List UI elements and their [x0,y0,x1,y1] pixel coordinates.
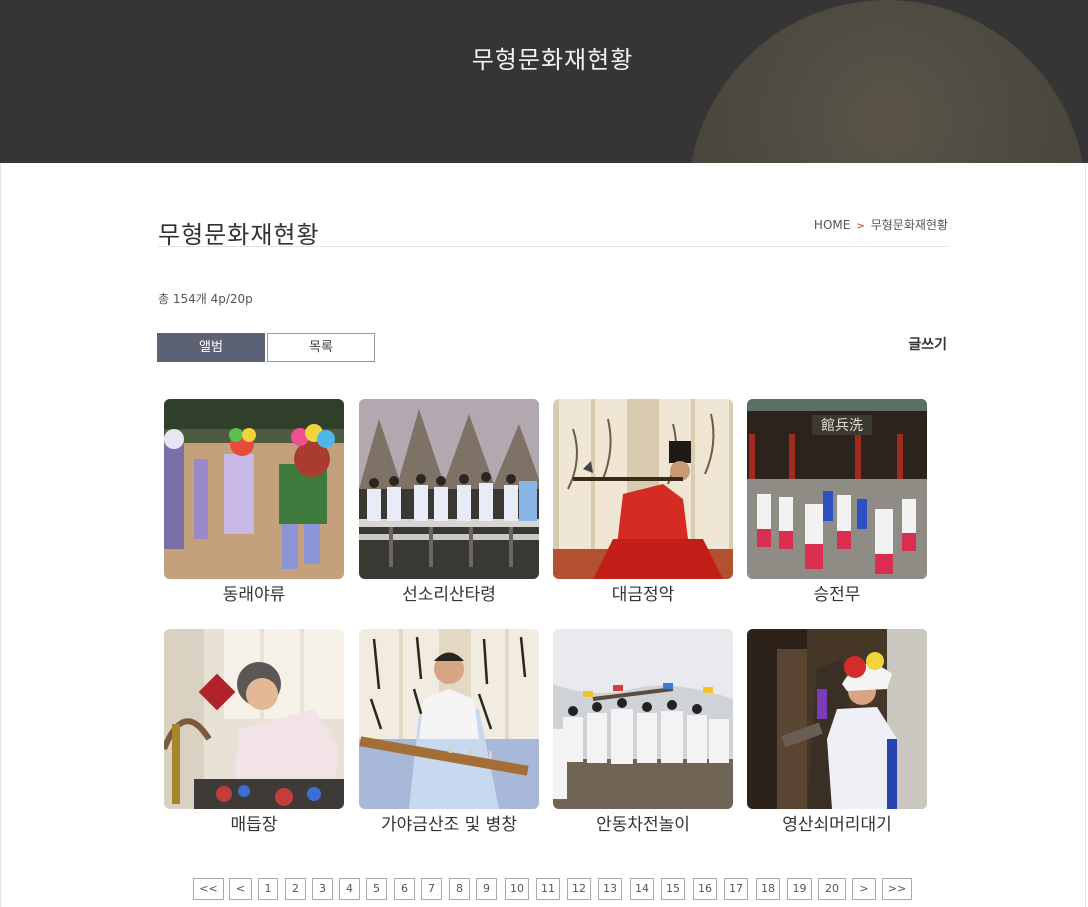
page-button[interactable]: 14 [630,878,654,900]
last-page-button[interactable]: >> [882,878,912,900]
gallery-item[interactable]: 館兵洗 승전무 [747,399,927,605]
album-view-button[interactable]: 앨범 [157,333,265,362]
gallery-caption[interactable]: 매듭장 [164,810,344,835]
page-button[interactable]: 19 [787,878,812,900]
chariot-battle-photo[interactable] [553,629,733,809]
breadcrumb-home[interactable]: HOME [814,218,850,232]
gayageum-player-photo[interactable] [359,629,539,809]
gallery-item[interactable]: 영산쇠머리대기 [747,629,927,835]
gallery-caption[interactable]: 가야금산조 및 병창 [359,810,539,835]
result-count: 총 154개 4p/20p [158,292,253,306]
page-button[interactable]: 1 [258,878,278,900]
page-button[interactable]: 9 [476,878,497,900]
gallery-caption[interactable]: 안동차전놀이 [553,810,733,835]
page-button[interactable]: 17 [724,878,748,900]
gallery-caption[interactable]: 동래야류 [164,580,344,605]
breadcrumb-current: 무형문화재현황 [870,218,948,232]
gallery-item[interactable]: 매듭장 [164,629,344,835]
hero-banner: 무형문화재현황 [0,0,1088,163]
hero-decoration [688,0,1086,163]
list-view-button[interactable]: 목록 [267,333,375,362]
page-button[interactable]: 7 [421,878,442,900]
gallery-item[interactable]: 안동차전놀이 [553,629,733,835]
flute-player-photo[interactable] [553,399,733,579]
knot-craft-photo[interactable] [164,629,344,809]
breadcrumb-separator: > [856,221,865,232]
gallery-caption[interactable]: 영산쇠머리대기 [747,810,927,835]
gallery-item[interactable]: 선소리산타령 [359,399,539,605]
page-button[interactable]: 3 [312,878,333,900]
page-button[interactable]: 15 [661,878,685,900]
first-page-button[interactable]: << [193,878,224,900]
page-button[interactable]: 10 [505,878,529,900]
page-button[interactable]: 6 [394,878,415,900]
gallery-caption[interactable]: 선소리산타령 [359,580,539,605]
page-button[interactable]: 11 [536,878,560,900]
page-button[interactable]: 12 [567,878,591,900]
prev-page-button[interactable]: < [229,878,252,900]
svg-text:館兵洗: 館兵洗 [821,417,863,434]
breadcrumb: HOME > 무형문화재현황 [814,216,948,233]
mask-dance-photo[interactable] [164,399,344,579]
write-button[interactable]: 글쓰기 [908,334,947,354]
page-button[interactable]: 16 [693,878,717,900]
court-dance-photo[interactable]: 館兵洗 [747,399,927,579]
page-button[interactable]: 18 [756,878,780,900]
page-button[interactable]: 4 [339,878,360,900]
gallery-caption[interactable]: 승전무 [747,580,927,605]
page-button[interactable]: 20 [818,878,846,900]
bull-head-game-photo[interactable] [747,629,927,809]
gallery-caption[interactable]: 대금정악 [553,580,733,605]
folk-song-photo[interactable] [359,399,539,579]
gallery-item[interactable]: 가야금산조 및 병창 [359,629,539,835]
page-button[interactable]: 8 [449,878,470,900]
gallery-item[interactable]: 동래야류 [164,399,344,605]
page-button[interactable]: 2 [285,878,306,900]
page-button[interactable]: 5 [366,878,387,900]
hero-title: 무형문화재현황 [471,46,634,74]
page-button[interactable]: 13 [598,878,622,900]
page-title: 무형문화재현황 [158,221,320,249]
gallery-item[interactable]: 대금정악 [553,399,733,605]
title-divider [158,246,948,247]
next-page-button[interactable]: > [852,878,876,900]
